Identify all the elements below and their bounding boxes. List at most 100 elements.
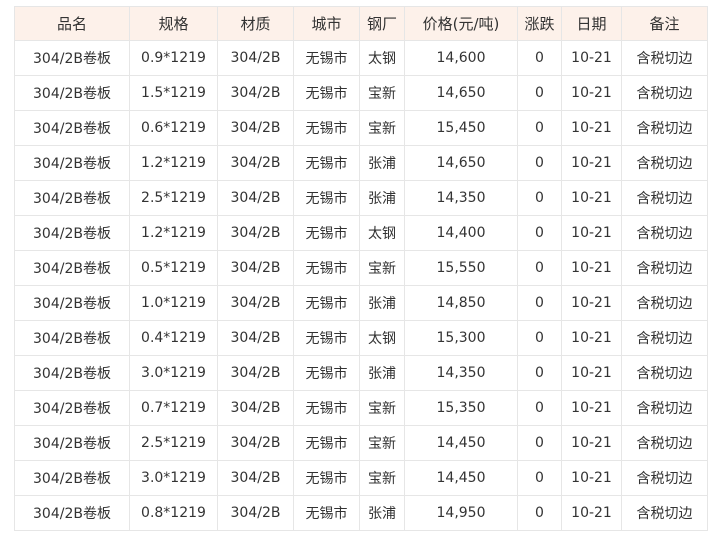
cell-steel-mill: 张浦 (359, 180, 405, 216)
cell-change: 0 (517, 250, 562, 286)
table-row: 304/2B卷板 2.5*1219 304/2B 无锡市 张浦 14,350 0… (14, 180, 708, 216)
table-row: 304/2B卷板 1.2*1219 304/2B 无锡市 张浦 14,650 0… (14, 145, 708, 181)
cell-remark: 含税切边 (621, 40, 708, 76)
cell-product-name: 304/2B卷板 (14, 145, 130, 181)
cell-product-name: 304/2B卷板 (14, 215, 130, 251)
cell-date: 10-21 (561, 40, 622, 76)
cell-date: 10-21 (561, 75, 622, 111)
cell-product-name: 304/2B卷板 (14, 425, 130, 461)
cell-city: 无锡市 (293, 495, 360, 531)
cell-material: 304/2B (217, 75, 294, 111)
cell-city: 无锡市 (293, 390, 360, 426)
cell-change: 0 (517, 320, 562, 356)
cell-material: 304/2B (217, 250, 294, 286)
cell-price: 14,650 (404, 75, 518, 111)
cell-price: 14,850 (404, 285, 518, 321)
cell-product-name: 304/2B卷板 (14, 110, 130, 146)
cell-change: 0 (517, 355, 562, 391)
cell-city: 无锡市 (293, 250, 360, 286)
table-row: 304/2B卷板 3.0*1219 304/2B 无锡市 宝新 14,450 0… (14, 460, 708, 496)
cell-price: 14,450 (404, 460, 518, 496)
cell-remark: 含税切边 (621, 425, 708, 461)
cell-steel-mill: 宝新 (359, 425, 405, 461)
table-row: 304/2B卷板 2.5*1219 304/2B 无锡市 宝新 14,450 0… (14, 425, 708, 461)
cell-remark: 含税切边 (621, 495, 708, 531)
cell-product-name: 304/2B卷板 (14, 250, 130, 286)
cell-spec: 1.2*1219 (129, 145, 218, 181)
cell-spec: 0.5*1219 (129, 250, 218, 286)
cell-product-name: 304/2B卷板 (14, 390, 130, 426)
header-city: 城市 (293, 6, 360, 41)
cell-change: 0 (517, 145, 562, 181)
cell-product-name: 304/2B卷板 (14, 40, 130, 76)
cell-date: 10-21 (561, 460, 622, 496)
header-steel-mill: 钢厂 (359, 6, 405, 41)
cell-city: 无锡市 (293, 425, 360, 461)
header-price: 价格(元/吨) (404, 6, 518, 41)
cell-price: 14,950 (404, 495, 518, 531)
cell-price: 14,450 (404, 425, 518, 461)
cell-city: 无锡市 (293, 180, 360, 216)
cell-price: 14,600 (404, 40, 518, 76)
cell-change: 0 (517, 75, 562, 111)
cell-change: 0 (517, 180, 562, 216)
cell-price: 14,400 (404, 215, 518, 251)
cell-city: 无锡市 (293, 215, 360, 251)
cell-spec: 0.9*1219 (129, 40, 218, 76)
cell-steel-mill: 太钢 (359, 215, 405, 251)
cell-steel-mill: 张浦 (359, 145, 405, 181)
table-row: 304/2B卷板 0.6*1219 304/2B 无锡市 宝新 15,450 0… (14, 110, 708, 146)
price-table-container: 品名 规格 材质 城市 钢厂 价格(元/吨) 涨跌 日期 备注 304/2B卷板… (14, 6, 708, 531)
cell-city: 无锡市 (293, 355, 360, 391)
table-row: 304/2B卷板 1.0*1219 304/2B 无锡市 张浦 14,850 0… (14, 285, 708, 321)
cell-steel-mill: 张浦 (359, 285, 405, 321)
cell-city: 无锡市 (293, 460, 360, 496)
cell-change: 0 (517, 215, 562, 251)
cell-steel-mill: 太钢 (359, 40, 405, 76)
cell-remark: 含税切边 (621, 145, 708, 181)
cell-spec: 3.0*1219 (129, 355, 218, 391)
cell-date: 10-21 (561, 355, 622, 391)
table-header: 品名 规格 材质 城市 钢厂 价格(元/吨) 涨跌 日期 备注 (14, 6, 708, 41)
cell-price: 14,350 (404, 180, 518, 216)
cell-change: 0 (517, 425, 562, 461)
cell-spec: 0.4*1219 (129, 320, 218, 356)
cell-product-name: 304/2B卷板 (14, 320, 130, 356)
cell-date: 10-21 (561, 495, 622, 531)
cell-change: 0 (517, 285, 562, 321)
cell-date: 10-21 (561, 390, 622, 426)
cell-spec: 0.7*1219 (129, 390, 218, 426)
cell-remark: 含税切边 (621, 215, 708, 251)
cell-product-name: 304/2B卷板 (14, 285, 130, 321)
table-row: 304/2B卷板 1.2*1219 304/2B 无锡市 太钢 14,400 0… (14, 215, 708, 251)
cell-spec: 2.5*1219 (129, 425, 218, 461)
cell-date: 10-21 (561, 320, 622, 356)
header-product-name: 品名 (14, 6, 130, 41)
cell-material: 304/2B (217, 495, 294, 531)
cell-remark: 含税切边 (621, 110, 708, 146)
cell-price: 14,350 (404, 355, 518, 391)
cell-change: 0 (517, 495, 562, 531)
table-body: 304/2B卷板 0.9*1219 304/2B 无锡市 太钢 14,600 0… (14, 40, 708, 531)
cell-steel-mill: 太钢 (359, 320, 405, 356)
cell-remark: 含税切边 (621, 250, 708, 286)
table-row: 304/2B卷板 0.4*1219 304/2B 无锡市 太钢 15,300 0… (14, 320, 708, 356)
cell-product-name: 304/2B卷板 (14, 355, 130, 391)
cell-product-name: 304/2B卷板 (14, 75, 130, 111)
cell-remark: 含税切边 (621, 285, 708, 321)
cell-material: 304/2B (217, 355, 294, 391)
cell-steel-mill: 张浦 (359, 495, 405, 531)
cell-material: 304/2B (217, 40, 294, 76)
cell-price: 14,650 (404, 145, 518, 181)
cell-city: 无锡市 (293, 40, 360, 76)
cell-product-name: 304/2B卷板 (14, 460, 130, 496)
header-spec: 规格 (129, 6, 218, 41)
cell-material: 304/2B (217, 285, 294, 321)
cell-remark: 含税切边 (621, 75, 708, 111)
cell-steel-mill: 宝新 (359, 250, 405, 286)
cell-spec: 1.2*1219 (129, 215, 218, 251)
cell-date: 10-21 (561, 145, 622, 181)
cell-price: 15,300 (404, 320, 518, 356)
cell-steel-mill: 宝新 (359, 460, 405, 496)
cell-change: 0 (517, 40, 562, 76)
